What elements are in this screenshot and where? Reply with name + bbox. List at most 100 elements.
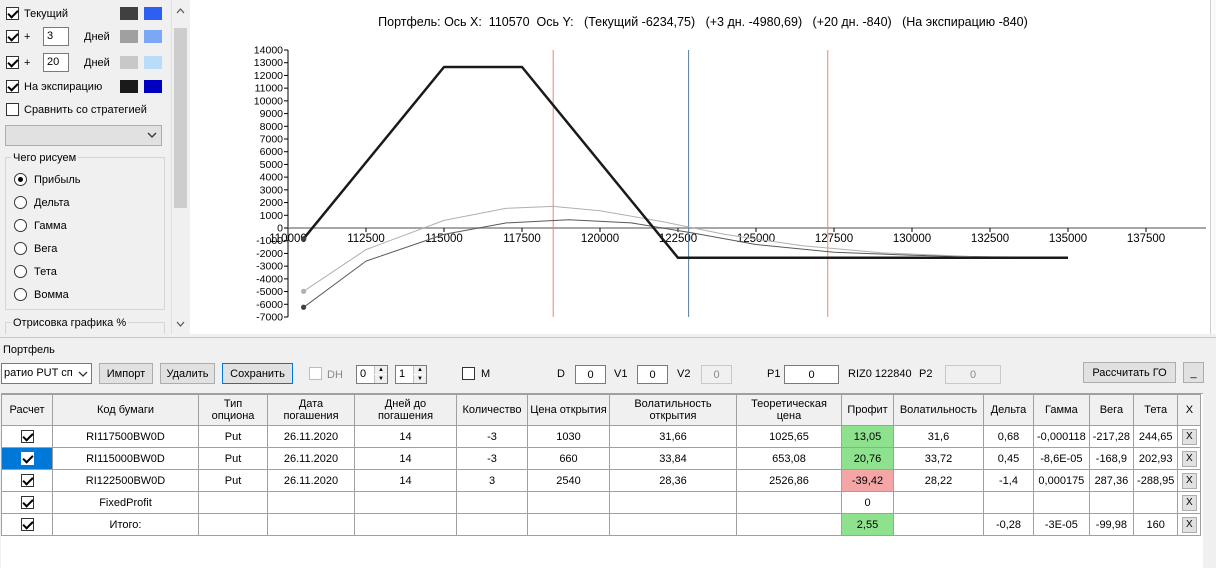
- plus3-checkbox[interactable]: [6, 30, 19, 43]
- dh-checkbox[interactable]: [309, 367, 322, 380]
- theta-cell: 160: [1133, 513, 1179, 536]
- current-color-a-swatch[interactable]: [120, 7, 138, 20]
- remove-row-button[interactable]: X: [1181, 450, 1197, 467]
- col-header-calc[interactable]: Расчет: [1, 394, 53, 426]
- col-header-date[interactable]: Дата погашения: [267, 394, 355, 426]
- col-header-type[interactable]: Тип опциона: [198, 394, 268, 426]
- price-cell[interactable]: 2540: [527, 469, 610, 492]
- scrollbar-thumb[interactable]: [174, 28, 187, 208]
- col-header-price[interactable]: Цена открытия: [527, 394, 610, 426]
- calc-cell[interactable]: [1, 425, 53, 448]
- code-cell: FixedProfit: [52, 491, 199, 514]
- table-row[interactable]: RI117500BW0D Put 26.11.2020 14 -3 1030 3…: [1, 425, 1202, 448]
- current-checkbox[interactable]: [6, 7, 19, 20]
- price-cell[interactable]: [527, 513, 610, 536]
- price-cell[interactable]: [527, 491, 610, 514]
- col-header-days[interactable]: Дней до погашения: [354, 394, 457, 426]
- current-color-b-swatch[interactable]: [144, 7, 162, 20]
- col-header-theta[interactable]: Тета: [1133, 394, 1179, 426]
- radio-gamma[interactable]: [14, 219, 27, 232]
- expiration-color-b-swatch[interactable]: [144, 80, 162, 93]
- radio-profit[interactable]: [14, 173, 27, 186]
- calc-cell[interactable]: [1, 491, 53, 514]
- calculate-go-button[interactable]: Рассчитать ГО: [1083, 362, 1176, 383]
- qty-cell[interactable]: -3: [456, 447, 528, 470]
- price-cell[interactable]: 660: [527, 447, 610, 470]
- remove-row-button[interactable]: X: [1181, 494, 1197, 511]
- qty-cell[interactable]: [456, 491, 528, 514]
- import-button[interactable]: Импорт: [99, 363, 153, 384]
- remove-row-button[interactable]: X: [1181, 428, 1197, 445]
- vega-cell: [1088, 491, 1135, 514]
- profit-cell: 2,55: [841, 513, 894, 536]
- expiration-checkbox[interactable]: [6, 80, 19, 93]
- radio-theta[interactable]: [14, 265, 27, 278]
- strategy-dropdown[interactable]: ратио PUT сп: [1, 363, 92, 384]
- settings-scrollbar[interactable]: [171, 0, 188, 334]
- qty-cell[interactable]: [456, 513, 528, 536]
- expiration-color-a-swatch[interactable]: [120, 80, 138, 93]
- d-input[interactable]: 0: [575, 365, 606, 384]
- table-row[interactable]: RI122500BW0D Put 26.11.2020 14 3 2540 28…: [1, 469, 1202, 492]
- qty-cell[interactable]: -3: [456, 425, 528, 448]
- calc-cell[interactable]: [1, 513, 53, 536]
- p2-input[interactable]: 0: [945, 365, 1001, 384]
- col-header-vol[interactable]: Волатильность: [893, 394, 984, 426]
- col-header-vol-open[interactable]: Волатильность открытия: [609, 394, 737, 426]
- col-header-code[interactable]: Код бумаги: [52, 394, 199, 426]
- payoff-chart[interactable]: Портфель: Ось X: 110570 Ось Y: (Текущий …: [190, 0, 1216, 334]
- radio-vega[interactable]: [14, 242, 27, 255]
- strategy-select[interactable]: [5, 125, 162, 146]
- scroll-down-icon[interactable]: [176, 321, 185, 327]
- spin-up-icon[interactable]: ▲: [374, 366, 387, 374]
- scroll-up-icon[interactable]: [176, 8, 185, 14]
- v2-input[interactable]: 0: [701, 365, 732, 384]
- chevron-down-icon: [147, 132, 157, 138]
- price-cell[interactable]: 1030: [527, 425, 610, 448]
- col-header-x[interactable]: X: [1177, 394, 1202, 426]
- row-checkbox[interactable]: [20, 430, 34, 443]
- col-header-theo[interactable]: Теоретическая цена: [736, 394, 842, 426]
- col-header-delta[interactable]: Дельта: [983, 394, 1034, 426]
- m-checkbox[interactable]: [462, 367, 475, 380]
- spin-up-icon[interactable]: ▲: [413, 366, 426, 374]
- chart-right-edge: [1210, 0, 1216, 334]
- plus3-color-a-swatch[interactable]: [120, 30, 138, 43]
- minimize-button[interactable]: _: [1183, 362, 1204, 383]
- plus20-days-input[interactable]: 20: [43, 53, 69, 72]
- row-checkbox[interactable]: [20, 452, 34, 465]
- plus20-color-b-swatch[interactable]: [144, 56, 162, 69]
- table-row[interactable]: RI115000BW0D Put 26.11.2020 14 -3 660 33…: [1, 447, 1202, 470]
- spin-2[interactable]: 1 ▲ ▼: [395, 365, 427, 384]
- plus20-color-a-swatch[interactable]: [120, 56, 138, 69]
- row-checkbox[interactable]: [20, 496, 34, 509]
- v1-input[interactable]: 0: [637, 365, 668, 384]
- p1-input[interactable]: 0: [784, 365, 839, 384]
- col-header-profit[interactable]: Профит: [841, 394, 894, 426]
- series-endpoint-dot: [301, 288, 307, 294]
- delete-button[interactable]: Удалить: [160, 363, 215, 384]
- remove-row-button[interactable]: X: [1181, 516, 1197, 533]
- qty-cell[interactable]: 3: [456, 469, 528, 492]
- calc-cell[interactable]: [1, 469, 53, 492]
- spin-1[interactable]: 0 ▲ ▼: [356, 365, 388, 384]
- remove-row-button[interactable]: X: [1181, 472, 1197, 489]
- spin-down-icon[interactable]: ▼: [413, 375, 426, 383]
- table-row[interactable]: Итого: 2,55 -0,28 -3E-05 -99,98 160 X: [1, 513, 1202, 536]
- plus3-color-b-swatch[interactable]: [144, 30, 162, 43]
- row-checkbox[interactable]: [20, 518, 34, 531]
- y-tick-label: -2000: [256, 248, 283, 260]
- row-checkbox[interactable]: [20, 474, 34, 487]
- plus20-checkbox[interactable]: [6, 56, 19, 69]
- save-button[interactable]: Сохранить: [222, 363, 293, 384]
- radio-delta[interactable]: [14, 196, 27, 209]
- col-header-qty[interactable]: Количество: [456, 394, 528, 426]
- compare-strategy-checkbox[interactable]: [6, 103, 19, 116]
- col-header-gamma[interactable]: Гамма: [1033, 394, 1090, 426]
- radio-vomma[interactable]: [14, 288, 27, 301]
- col-header-vega[interactable]: Вега: [1088, 394, 1135, 426]
- table-row[interactable]: FixedProfit 0 X: [1, 491, 1202, 514]
- calc-cell[interactable]: [1, 447, 53, 470]
- plus3-days-input[interactable]: 3: [43, 27, 69, 46]
- spin-down-icon[interactable]: ▼: [374, 375, 387, 383]
